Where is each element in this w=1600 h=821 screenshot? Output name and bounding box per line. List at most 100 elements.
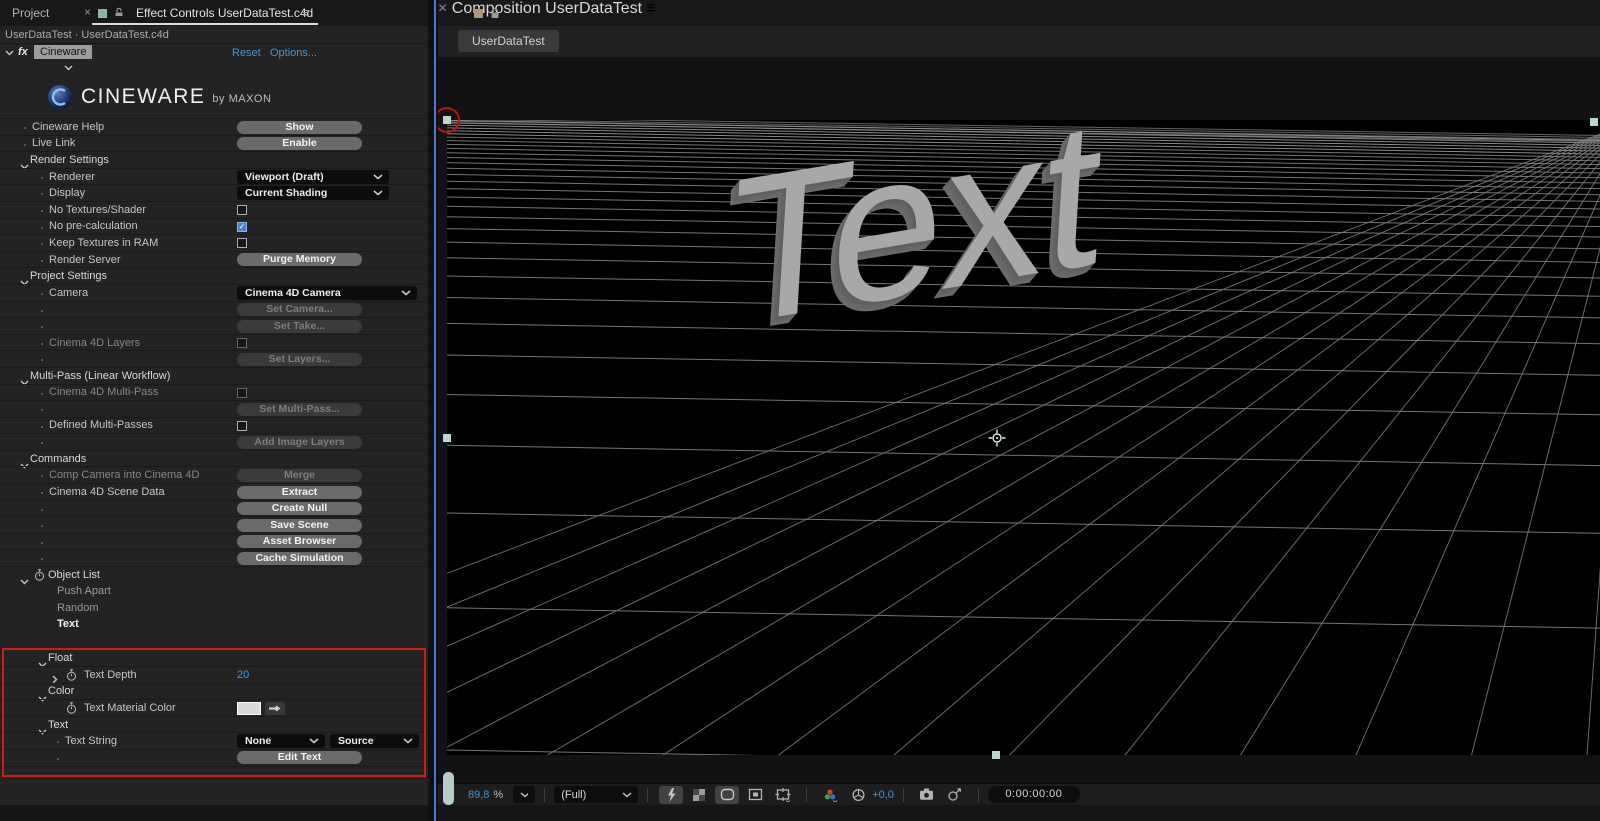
param-select[interactable]: Current Shading [237,186,389,201]
separator [902,787,904,802]
effect-name[interactable]: Cineware [34,45,93,59]
group-label[interactable]: Float [48,652,72,664]
fast-preview-button[interactable] [659,785,684,804]
zoom-value[interactable]: 89,8 [468,789,489,801]
stopwatch-icon[interactable] [66,669,77,682]
tab-effect-controls[interactable]: Effect Controls UserDataTest.c4d [136,6,313,20]
transparency-grid-button[interactable] [687,786,711,804]
param-button[interactable]: Purge Memory [237,253,362,267]
exposure-value[interactable]: +0,0 [872,789,894,801]
param-checkbox[interactable] [237,238,247,249]
preview-timecode[interactable]: 0:00:00:00 [987,786,1080,803]
scrollbar-thumb[interactable] [443,772,454,805]
unlock-icon[interactable] [114,7,123,16]
object-list-item[interactable]: Push Apart [57,585,111,597]
effect-row: Display Current Shading [0,184,428,201]
row-dot [41,209,43,212]
group-label[interactable]: Color [48,685,74,697]
resolution-dropdown[interactable]: (Full) [554,786,639,803]
param-select[interactable]: Source [330,734,419,749]
panel-menu-icon[interactable]: ≡ [302,5,310,20]
group-label[interactable]: Render Settings [30,154,109,166]
show-channel-button[interactable] [818,786,842,804]
param-checkbox[interactable] [237,387,247,398]
row-dot [41,425,43,428]
mask-visibility-button[interactable] [715,785,740,804]
checkerboard-icon [693,788,706,801]
row-dot [41,226,43,229]
tab-project[interactable]: Project [12,6,49,20]
show-snapshot-button[interactable] [943,786,967,804]
camera-icon [920,788,934,800]
param-button[interactable]: Set Camera... [237,303,362,317]
select-value: Current Shading [245,187,328,200]
row-dot [41,541,43,544]
param-select[interactable]: Cinema 4D Camera [237,285,417,300]
close-tab-icon[interactable]: × [84,5,91,19]
param-label: Text Material Color [84,701,176,714]
param-button[interactable]: Save Scene [237,518,362,532]
param-button[interactable]: Asset Browser [237,535,362,549]
composition-canvas[interactable]: Text [438,74,1600,759]
param-button[interactable]: Merge [237,468,362,482]
param-button[interactable]: Extract [237,485,362,499]
effect-row: Set Layers... [0,350,428,367]
param-select[interactable]: Viewport (Draft) [237,169,389,184]
chevron-down-icon[interactable] [64,65,73,71]
object-list-item[interactable]: Text [57,618,79,630]
layer-handle-top-right[interactable] [1590,118,1598,126]
row-dot [57,741,59,744]
param-button[interactable]: Show [237,120,362,134]
row-dot [41,243,43,246]
effect-row: Cinema 4D Scene Data Extract [0,483,428,500]
param-button[interactable]: Set Layers... [237,352,362,366]
color-swatch[interactable] [237,701,261,715]
options-link[interactable]: Options... [270,47,317,59]
param-button[interactable]: Enable [237,137,362,151]
grid-guide-options-button[interactable] [771,786,795,804]
region-of-interest-button[interactable] [743,786,767,804]
magnification-dropdown-button[interactable] [513,786,536,803]
aperture-icon [852,788,865,801]
group-label[interactable]: Project Settings [30,270,107,282]
group-label[interactable]: Object List [48,569,100,581]
param-button[interactable]: Set Take... [237,319,362,333]
param-checkbox[interactable] [237,420,247,431]
group-label[interactable]: Multi-Pass (Linear Workflow) [30,370,170,382]
effect-header-row: fx Cineware Reset Options... [0,43,428,60]
comp-name-chip[interactable]: UserDataTest [458,30,559,52]
param-checkbox[interactable]: ✓ [237,221,247,232]
param-button[interactable]: Edit Text [237,751,362,765]
take-snapshot-button[interactable] [915,786,939,804]
panel-menu-icon[interactable]: ≡ [647,0,656,17]
reset-link[interactable]: Reset [232,47,261,59]
param-value[interactable]: 20 [237,669,249,681]
group-row: Object List [0,566,428,585]
group-label[interactable]: Text [48,719,68,731]
layer-handle-left-middle[interactable] [443,434,451,442]
stopwatch-icon[interactable] [34,569,45,582]
panel-divider[interactable] [428,0,438,821]
group-row: Color [0,682,428,702]
param-button[interactable]: Cache Simulation [237,551,362,565]
anchor-point-icon[interactable] [988,429,1006,447]
param-label: Display [49,187,86,200]
layer-handle-bottom-center[interactable] [992,751,1000,759]
reset-exposure-button[interactable] [846,786,870,804]
chevron-down-icon[interactable] [5,50,14,56]
param-checkbox[interactable] [237,204,247,215]
param-button[interactable]: Set Multi-Pass... [237,402,362,416]
close-tab-icon[interactable]: × [438,0,447,17]
param-checkbox[interactable] [237,337,247,348]
row-dot [41,475,43,478]
rgb-channels-icon [824,788,838,802]
group-label[interactable]: Commands [30,453,86,465]
object-list-item[interactable]: Random [57,602,99,614]
param-button[interactable]: Add Image Layers [237,435,362,449]
row-dot [41,525,43,528]
param-button[interactable]: Create Null [237,502,362,516]
eyedropper-button[interactable] [265,701,285,715]
stopwatch-icon[interactable] [66,702,77,715]
param-select[interactable]: None [237,734,325,749]
unlock-icon[interactable] [490,7,500,19]
